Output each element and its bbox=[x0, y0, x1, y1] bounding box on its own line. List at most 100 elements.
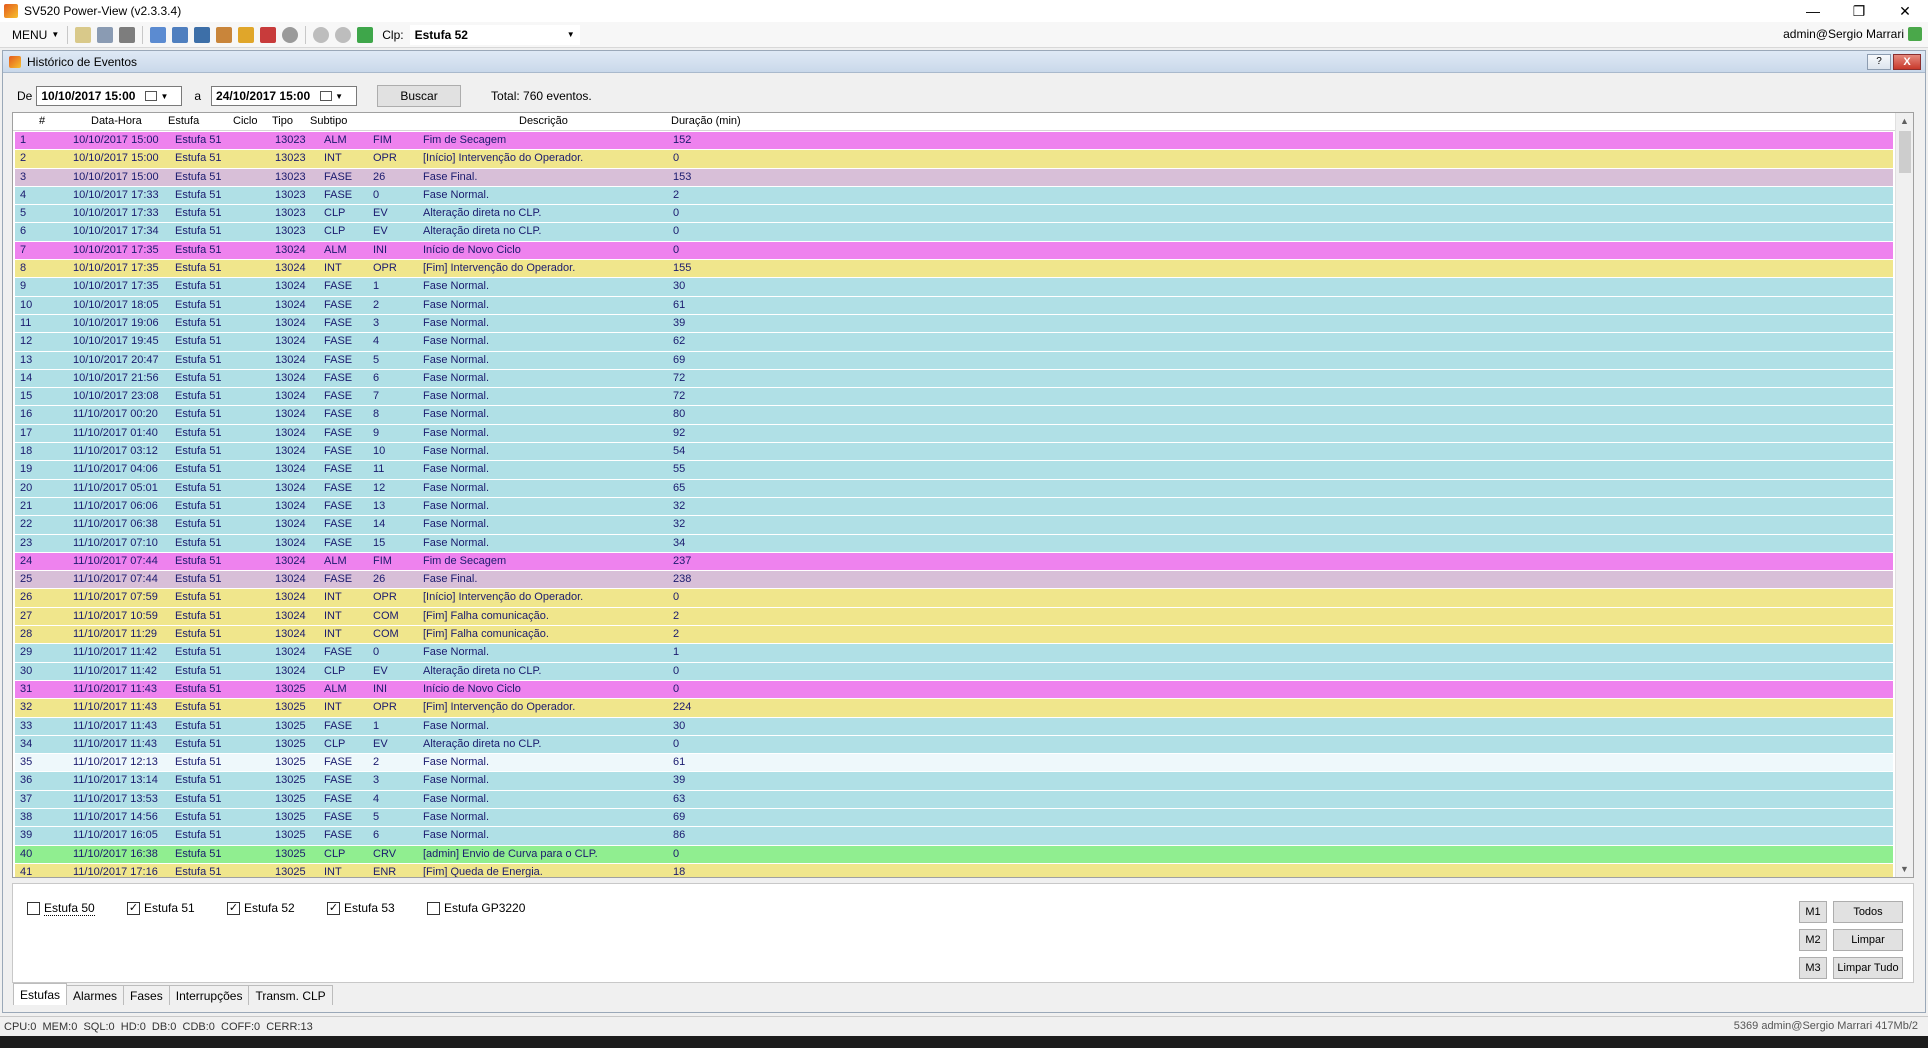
print-icon[interactable] bbox=[119, 26, 136, 43]
table-row[interactable]: 40 11/10/2017 16:38 Estufa 51 13025 CLP CRV [a… bbox=[15, 845, 1893, 864]
table-row[interactable]: 10 10/10/2017 18:05 Estufa 51 13024 FASE 2 Fas… bbox=[15, 296, 1893, 315]
forward-icon[interactable] bbox=[335, 26, 352, 43]
m2-button[interactable]: M2 bbox=[1799, 929, 1827, 951]
cell-duracao: 80 bbox=[673, 408, 686, 421]
clock-icon[interactable] bbox=[282, 26, 299, 43]
database-icon[interactable] bbox=[238, 26, 255, 43]
cell-duracao: 237 bbox=[673, 554, 692, 567]
table-row[interactable]: 5 10/10/2017 17:33 Estufa 51 13023 CLP EV Alte… bbox=[15, 205, 1893, 224]
todos-button[interactable]: Todos bbox=[1833, 901, 1903, 923]
table-row[interactable]: 21 11/10/2017 06:06 Estufa 51 13024 FASE 13 Fa… bbox=[15, 497, 1893, 517]
table-row[interactable]: 38 11/10/2017 14:56 Estufa 51 13025 FASE 5 Fas… bbox=[15, 808, 1893, 828]
col-header-datetime[interactable]: Data-Hora bbox=[91, 115, 142, 127]
table-row[interactable]: 37 11/10/2017 13:53 Estufa 51 13025 FASE 4 Fas… bbox=[15, 790, 1893, 809]
tab-transm-clp[interactable]: Transm. CLP bbox=[248, 985, 333, 1005]
scrollbar-thumb[interactable] bbox=[1899, 131, 1911, 173]
save-icon[interactable] bbox=[97, 26, 114, 43]
col-header-ciclo[interactable]: Ciclo bbox=[233, 115, 257, 127]
monitor-icon[interactable] bbox=[172, 26, 189, 43]
table-row[interactable]: 29 11/10/2017 11:42 Estufa 51 13024 FASE 0 Fas… bbox=[15, 644, 1893, 663]
table-row[interactable]: 32 11/10/2017 11:43 Estufa 51 13025 INT OPR [F… bbox=[15, 699, 1893, 718]
from-date-picker[interactable]: 10/10/2017 15:00 ▼ bbox=[36, 86, 183, 106]
to-date-picker[interactable]: 24/10/2017 15:00 ▼ bbox=[211, 86, 358, 106]
settings-icon[interactable] bbox=[216, 26, 233, 43]
restore-button[interactable]: ❐ bbox=[1836, 0, 1882, 22]
close-inner-button[interactable]: X bbox=[1893, 54, 1921, 70]
table-row[interactable]: 6 10/10/2017 17:34 Estufa 51 13023 CLP EV Alte… bbox=[15, 223, 1893, 242]
tab-interrupcoes[interactable]: Interrupções bbox=[168, 985, 250, 1005]
table-row[interactable]: 13 10/10/2017 20:47 Estufa 51 13024 FASE 5 Fas… bbox=[15, 351, 1893, 370]
clp-select[interactable]: Estufa 52 ▼ bbox=[409, 24, 580, 45]
checkbox-estufa-gp3220[interactable]: Estufa GP3220 bbox=[427, 901, 525, 915]
table-row[interactable]: 1 10/10/2017 15:00 Estufa 51 13023 ALM FIM Fim… bbox=[15, 132, 1893, 151]
col-header-duracao[interactable]: Duração (min) bbox=[671, 115, 741, 127]
checkbox-estufa-50[interactable]: Estufa 50 bbox=[27, 901, 95, 916]
col-header-descricao[interactable]: Descrição bbox=[519, 115, 568, 127]
table-row[interactable]: 11 10/10/2017 19:06 Estufa 51 13024 FASE 3 Fas… bbox=[15, 314, 1893, 334]
table-row[interactable]: 8 10/10/2017 17:35 Estufa 51 13024 INT OPR [Fi… bbox=[15, 260, 1893, 279]
table-row[interactable]: 12 10/10/2017 19:45 Estufa 51 13024 FASE 4 Fas… bbox=[15, 333, 1893, 352]
table-row[interactable]: 19 11/10/2017 04:06 Estufa 51 13024 FASE 11 Fa… bbox=[15, 461, 1893, 480]
minimize-button[interactable]: — bbox=[1790, 0, 1836, 22]
scroll-down-icon[interactable]: ▼ bbox=[1900, 864, 1909, 874]
table-row[interactable]: 22 11/10/2017 06:38 Estufa 51 13024 FASE 14 Fa… bbox=[15, 516, 1893, 535]
menu-button[interactable]: MENU ▼ bbox=[8, 26, 63, 44]
table-row[interactable]: 15 10/10/2017 23:08 Estufa 51 13024 FASE 7 Fas… bbox=[15, 388, 1893, 407]
grid-scrollbar[interactable]: ▲ ▼ bbox=[1895, 113, 1913, 877]
table-row[interactable]: 35 11/10/2017 12:13 Estufa 51 13025 FASE 2 Fas… bbox=[15, 754, 1893, 773]
m1-button[interactable]: M1 bbox=[1799, 901, 1827, 923]
limpar-tudo-button[interactable]: Limpar Tudo bbox=[1833, 957, 1903, 979]
scroll-up-icon[interactable]: ▲ bbox=[1900, 116, 1909, 126]
network-icon[interactable] bbox=[194, 26, 211, 43]
tab-estufas[interactable]: Estufas bbox=[13, 983, 68, 1005]
table-row[interactable]: 34 11/10/2017 11:43 Estufa 51 13025 CLP EV Alt… bbox=[15, 735, 1893, 755]
tab-fases[interactable]: Fases bbox=[123, 985, 170, 1005]
table-row[interactable]: 41 11/10/2017 17:16 Estufa 51 13025 INT ENR [F… bbox=[15, 863, 1893, 877]
col-header-estufa[interactable]: Estufa bbox=[168, 115, 199, 127]
table-row[interactable]: 18 11/10/2017 03:12 Estufa 51 13024 FASE 10 Fa… bbox=[15, 443, 1893, 462]
lock-icon[interactable] bbox=[357, 26, 374, 43]
cell-estufa: Estufa 51 bbox=[175, 207, 222, 220]
col-header-number[interactable]: # bbox=[39, 115, 45, 127]
table-row[interactable]: 20 11/10/2017 05:01 Estufa 51 13024 FASE 12 Fa… bbox=[15, 479, 1893, 498]
help-button[interactable]: ? bbox=[1867, 54, 1891, 70]
m3-button[interactable]: M3 bbox=[1799, 957, 1827, 979]
table-row[interactable]: 4 10/10/2017 17:33 Estufa 51 13023 FASE 0 Fase… bbox=[15, 186, 1893, 206]
checkbox-estufa-53[interactable]: ✓ Estufa 53 bbox=[327, 901, 395, 915]
table-row[interactable]: 9 10/10/2017 17:35 Estufa 51 13024 FASE 1 Fase… bbox=[15, 278, 1893, 297]
table-row[interactable]: 26 11/10/2017 07:59 Estufa 51 13024 INT OPR [I… bbox=[15, 589, 1893, 608]
cell-subtipo: 10 bbox=[373, 445, 386, 458]
tab-alarmes[interactable]: Alarmes bbox=[66, 985, 125, 1005]
table-row[interactable]: 31 11/10/2017 11:43 Estufa 51 13025 ALM INI In… bbox=[15, 680, 1893, 700]
table-row[interactable]: 28 11/10/2017 11:29 Estufa 51 13024 INT COM [F… bbox=[15, 626, 1893, 645]
table-row[interactable]: 7 10/10/2017 17:35 Estufa 51 13024 ALM INI Iní… bbox=[15, 241, 1893, 261]
table-row[interactable]: 16 11/10/2017 00:20 Estufa 51 13024 FASE 8 Fas… bbox=[15, 406, 1893, 425]
search-button[interactable]: Buscar bbox=[377, 85, 462, 107]
close-window-button[interactable]: ✕ bbox=[1882, 0, 1928, 22]
table-row[interactable]: 27 11/10/2017 10:59 Estufa 51 13024 INT COM [F… bbox=[15, 607, 1893, 627]
cell-datetime: 11/10/2017 10:59 bbox=[73, 609, 158, 622]
table-row[interactable]: 39 11/10/2017 16:05 Estufa 51 13025 FASE 6 Fas… bbox=[15, 827, 1893, 846]
checkbox-estufa-51[interactable]: ✓ Estufa 51 bbox=[127, 901, 195, 915]
col-header-subtipo[interactable]: Subtipo bbox=[310, 115, 347, 127]
open-folder-icon[interactable] bbox=[75, 26, 92, 43]
table-row[interactable]: 30 11/10/2017 11:42 Estufa 51 13024 CLP EV Alt… bbox=[15, 662, 1893, 681]
limpar-button[interactable]: Limpar bbox=[1833, 929, 1903, 951]
table-row[interactable]: 25 11/10/2017 07:44 Estufa 51 13024 FASE 26 Fa… bbox=[15, 571, 1893, 590]
events-grid[interactable]: # Data-Hora Estufa Ciclo Tipo Subtipo De… bbox=[12, 112, 1914, 878]
cell-subtipo: FIM bbox=[373, 554, 392, 567]
checklist-icon[interactable] bbox=[260, 26, 277, 43]
col-header-tipo[interactable]: Tipo bbox=[272, 115, 293, 127]
cell-datetime: 10/10/2017 21:56 bbox=[73, 371, 159, 384]
table-row[interactable]: 24 11/10/2017 07:44 Estufa 51 13024 ALM FIM Fi… bbox=[15, 552, 1893, 572]
table-row[interactable]: 2 10/10/2017 15:00 Estufa 51 13023 INT OPR [In… bbox=[15, 150, 1893, 169]
table-row[interactable]: 3 10/10/2017 15:00 Estufa 51 13023 FASE 26 Fas… bbox=[15, 168, 1893, 187]
table-row[interactable]: 23 11/10/2017 07:10 Estufa 51 13024 FASE 15 Fa… bbox=[15, 534, 1893, 553]
table-row[interactable]: 36 11/10/2017 13:14 Estufa 51 13025 FASE 3 Fas… bbox=[15, 772, 1893, 791]
windows-icon[interactable] bbox=[150, 26, 167, 43]
checkbox-estufa-52[interactable]: ✓ Estufa 52 bbox=[227, 901, 295, 915]
table-row[interactable]: 17 11/10/2017 01:40 Estufa 51 13024 FASE 9 Fas… bbox=[15, 424, 1893, 444]
back-icon[interactable] bbox=[313, 26, 330, 43]
table-row[interactable]: 33 11/10/2017 11:43 Estufa 51 13025 FASE 1 Fas… bbox=[15, 717, 1893, 736]
table-row[interactable]: 14 10/10/2017 21:56 Estufa 51 13024 FASE 6 Fas… bbox=[15, 369, 1893, 389]
